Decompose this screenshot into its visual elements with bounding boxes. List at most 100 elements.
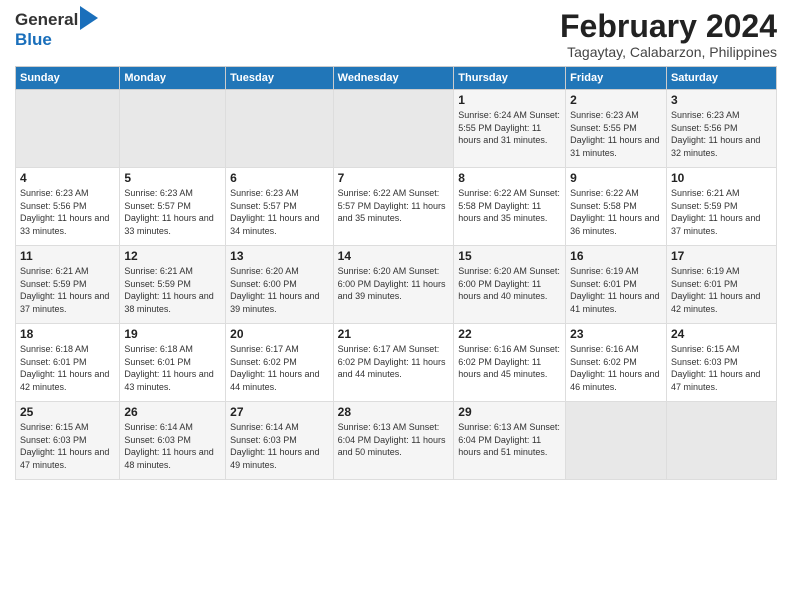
day-info: Sunrise: 6:18 AM Sunset: 6:01 PM Dayligh… xyxy=(124,343,221,393)
day-cell: 19Sunrise: 6:18 AM Sunset: 6:01 PM Dayli… xyxy=(120,324,226,402)
day-info: Sunrise: 6:20 AM Sunset: 6:00 PM Dayligh… xyxy=(338,265,450,303)
day-cell xyxy=(566,402,667,480)
calendar-title: February 2024 xyxy=(560,10,777,42)
day-info: Sunrise: 6:15 AM Sunset: 6:03 PM Dayligh… xyxy=(20,421,115,471)
day-info: Sunrise: 6:17 AM Sunset: 6:02 PM Dayligh… xyxy=(338,343,450,381)
day-number: 9 xyxy=(570,171,662,185)
week-row-2: 11 Sunrise: 6:21 AM Sunset: 5:59 PM Dayli… xyxy=(16,246,777,324)
day-number: 26 xyxy=(124,405,221,419)
day-number: 29 xyxy=(458,405,561,419)
day-number: 17 xyxy=(671,249,772,263)
day-cell: 26 Sunrise: 6:14 AM Sunset: 6:03 PM Dayli… xyxy=(120,402,226,480)
day-info: Sunrise: 6:20 AM Sunset: 6:00 PM Dayligh… xyxy=(230,265,329,315)
day-info: Sunrise: 6:23 AM Sunset: 5:57 PM Dayligh… xyxy=(230,187,329,237)
col-sunday: Sunday xyxy=(16,67,120,90)
day-info: Sunrise: 6:22 AM Sunset: 5:58 PM Dayligh… xyxy=(570,187,662,237)
day-info: Sunrise: 6:21 AM Sunset: 5:59 PM Dayligh… xyxy=(20,265,115,315)
day-cell: 9 Sunrise: 6:22 AM Sunset: 5:58 PM Daylig… xyxy=(566,168,667,246)
day-info: Sunrise: 6:22 AM Sunset: 5:58 PM Dayligh… xyxy=(458,187,561,225)
day-cell: 24 Sunrise: 6:15 AM Sunset: 6:03 PM Dayli… xyxy=(666,324,776,402)
week-row-4: 25 Sunrise: 6:15 AM Sunset: 6:03 PM Dayli… xyxy=(16,402,777,480)
day-number: 27 xyxy=(230,405,329,419)
day-info: Sunrise: 6:21 AM Sunset: 5:59 PM Dayligh… xyxy=(124,265,221,315)
day-cell: 25 Sunrise: 6:15 AM Sunset: 6:03 PM Dayli… xyxy=(16,402,120,480)
col-friday: Friday xyxy=(566,67,667,90)
day-info: Sunrise: 6:14 AM Sunset: 6:03 PM Dayligh… xyxy=(124,421,221,471)
day-number: 13 xyxy=(230,249,329,263)
day-number: 21 xyxy=(338,327,450,341)
day-number: 22 xyxy=(458,327,561,341)
week-row-1: 4 Sunrise: 6:23 AM Sunset: 5:56 PM Daylig… xyxy=(16,168,777,246)
day-info: Sunrise: 6:19 AM Sunset: 6:01 PM Dayligh… xyxy=(671,265,772,315)
col-saturday: Saturday xyxy=(666,67,776,90)
day-cell: 21 Sunrise: 6:17 AM Sunset: 6:02 PM Dayli… xyxy=(333,324,454,402)
day-cell xyxy=(333,90,454,168)
logo-general: General xyxy=(15,10,78,30)
day-cell: 12 Sunrise: 6:21 AM Sunset: 5:59 PM Dayli… xyxy=(120,246,226,324)
day-cell xyxy=(120,90,226,168)
day-info: Sunrise: 6:24 AM Sunset: 5:55 PM Dayligh… xyxy=(458,109,561,147)
day-cell: 11 Sunrise: 6:21 AM Sunset: 5:59 PM Dayli… xyxy=(16,246,120,324)
day-cell: 5Sunrise: 6:23 AM Sunset: 5:57 PM Daylig… xyxy=(120,168,226,246)
day-cell: 13 Sunrise: 6:20 AM Sunset: 6:00 PM Dayli… xyxy=(226,246,334,324)
day-number: 5 xyxy=(124,171,221,185)
logo-arrow xyxy=(80,6,98,30)
calendar-subtitle: Tagaytay, Calabarzon, Philippines xyxy=(560,44,777,60)
day-cell: 3 Sunrise: 6:23 AM Sunset: 5:56 PM Daylig… xyxy=(666,90,776,168)
day-info: Sunrise: 6:15 AM Sunset: 6:03 PM Dayligh… xyxy=(671,343,772,393)
day-cell xyxy=(666,402,776,480)
week-row-0: 1 Sunrise: 6:24 AM Sunset: 5:55 PM Daylig… xyxy=(16,90,777,168)
day-cell: 20Sunrise: 6:17 AM Sunset: 6:02 PM Dayli… xyxy=(226,324,334,402)
day-number: 25 xyxy=(20,405,115,419)
day-number: 10 xyxy=(671,171,772,185)
page: General Blue February 2024 Tagaytay, Cal… xyxy=(0,0,792,485)
day-number: 18 xyxy=(20,327,115,341)
day-cell: 27Sunrise: 6:14 AM Sunset: 6:03 PM Dayli… xyxy=(226,402,334,480)
day-number: 6 xyxy=(230,171,329,185)
day-cell: 14Sunrise: 6:20 AM Sunset: 6:00 PM Dayli… xyxy=(333,246,454,324)
day-cell: 17 Sunrise: 6:19 AM Sunset: 6:01 PM Dayli… xyxy=(666,246,776,324)
day-info: Sunrise: 6:21 AM Sunset: 5:59 PM Dayligh… xyxy=(671,187,772,237)
day-info: Sunrise: 6:23 AM Sunset: 5:55 PM Dayligh… xyxy=(570,109,662,159)
day-number: 23 xyxy=(570,327,662,341)
day-cell: 6 Sunrise: 6:23 AM Sunset: 5:57 PM Daylig… xyxy=(226,168,334,246)
day-cell: 1 Sunrise: 6:24 AM Sunset: 5:55 PM Daylig… xyxy=(454,90,566,168)
day-info: Sunrise: 6:13 AM Sunset: 6:04 PM Dayligh… xyxy=(458,421,561,459)
day-info: Sunrise: 6:18 AM Sunset: 6:01 PM Dayligh… xyxy=(20,343,115,393)
day-number: 11 xyxy=(20,249,115,263)
day-info: Sunrise: 6:22 AM Sunset: 5:57 PM Dayligh… xyxy=(338,187,450,225)
day-number: 3 xyxy=(671,93,772,107)
day-info: Sunrise: 6:17 AM Sunset: 6:02 PM Dayligh… xyxy=(230,343,329,393)
day-cell: 8 Sunrise: 6:22 AM Sunset: 5:58 PM Daylig… xyxy=(454,168,566,246)
day-number: 24 xyxy=(671,327,772,341)
day-cell: 22 Sunrise: 6:16 AM Sunset: 6:02 PM Dayli… xyxy=(454,324,566,402)
day-info: Sunrise: 6:23 AM Sunset: 5:56 PM Dayligh… xyxy=(20,187,115,237)
day-cell: 4 Sunrise: 6:23 AM Sunset: 5:56 PM Daylig… xyxy=(16,168,120,246)
col-wednesday: Wednesday xyxy=(333,67,454,90)
day-info: Sunrise: 6:13 AM Sunset: 6:04 PM Dayligh… xyxy=(338,421,450,459)
day-cell: 10 Sunrise: 6:21 AM Sunset: 5:59 PM Dayli… xyxy=(666,168,776,246)
day-info: Sunrise: 6:23 AM Sunset: 5:56 PM Dayligh… xyxy=(671,109,772,159)
day-cell: 15 Sunrise: 6:20 AM Sunset: 6:00 PM Dayli… xyxy=(454,246,566,324)
header: General Blue February 2024 Tagaytay, Cal… xyxy=(15,10,777,60)
day-number: 15 xyxy=(458,249,561,263)
header-row: Sunday Monday Tuesday Wednesday Thursday… xyxy=(16,67,777,90)
day-number: 12 xyxy=(124,249,221,263)
day-number: 1 xyxy=(458,93,561,107)
day-cell: 2 Sunrise: 6:23 AM Sunset: 5:55 PM Daylig… xyxy=(566,90,667,168)
day-cell xyxy=(16,90,120,168)
day-info: Sunrise: 6:19 AM Sunset: 6:01 PM Dayligh… xyxy=(570,265,662,315)
day-number: 2 xyxy=(570,93,662,107)
day-cell: 7Sunrise: 6:22 AM Sunset: 5:57 PM Daylig… xyxy=(333,168,454,246)
day-cell xyxy=(226,90,334,168)
title-block: February 2024 Tagaytay, Calabarzon, Phil… xyxy=(560,10,777,60)
day-number: 4 xyxy=(20,171,115,185)
day-info: Sunrise: 6:20 AM Sunset: 6:00 PM Dayligh… xyxy=(458,265,561,303)
day-cell: 29 Sunrise: 6:13 AM Sunset: 6:04 PM Dayli… xyxy=(454,402,566,480)
col-thursday: Thursday xyxy=(454,67,566,90)
day-info: Sunrise: 6:16 AM Sunset: 6:02 PM Dayligh… xyxy=(570,343,662,393)
logo-blue: Blue xyxy=(15,30,52,49)
week-row-3: 18 Sunrise: 6:18 AM Sunset: 6:01 PM Dayli… xyxy=(16,324,777,402)
day-info: Sunrise: 6:16 AM Sunset: 6:02 PM Dayligh… xyxy=(458,343,561,381)
day-number: 8 xyxy=(458,171,561,185)
